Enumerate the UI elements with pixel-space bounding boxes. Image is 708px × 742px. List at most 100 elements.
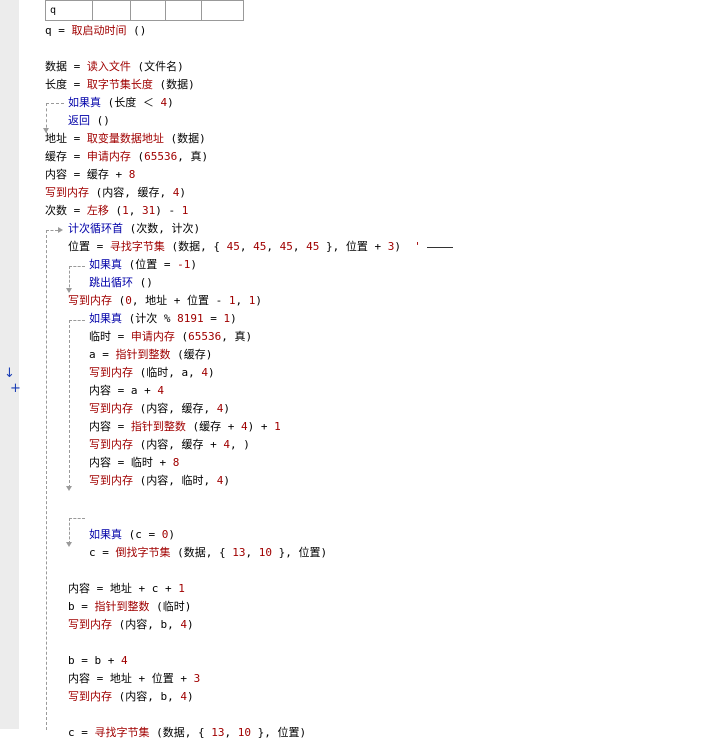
code-line[interactable]: 写到内存 (内容, 缓存, 4)	[45, 184, 186, 202]
code-line[interactable]: 如果真 (位置 = -1)	[89, 256, 197, 274]
code-token-num: 13	[211, 726, 225, 739]
code-token-fn: 寻找字节集	[94, 726, 150, 739]
code-token-txt: 内容 = 地址 + 位置 +	[68, 672, 194, 685]
code-token-kw: 计次循环首	[68, 222, 123, 235]
code-token-txt: 内容 = 地址 + c +	[68, 582, 179, 595]
code-token-fn: 申请内存	[130, 330, 175, 343]
code-token-txt: )	[186, 618, 194, 631]
code-token-cmt: '	[414, 240, 421, 253]
code-token-num: 65536	[144, 150, 178, 163]
code-token-txt: ) -	[155, 204, 182, 217]
down-arrow-icon	[66, 542, 72, 547]
code-line[interactable]: 写到内存 (内容, 临时, 4)	[89, 472, 230, 490]
code-line[interactable]: 地址 = 取变量数据地址 (数据)	[45, 130, 206, 148]
code-token-num: 45	[226, 240, 240, 253]
code-line[interactable]: 内容 = 地址 + c + 1	[68, 580, 185, 598]
code-token-num: 31	[142, 204, 156, 217]
code-token-txt: 长度 =	[45, 78, 87, 91]
code-line[interactable]: b = b + 4	[68, 652, 128, 670]
code-line[interactable]: 内容 = a + 4	[89, 382, 164, 400]
code-line[interactable]: q = 取启动时间 ()	[45, 22, 146, 40]
code-token-txt: (位置 =	[122, 258, 178, 271]
code-token-txt: (次数, 计次)	[123, 222, 201, 235]
code-line[interactable]: c = 倒找字节集 (数据, { 13, 10 }, 位置)	[89, 544, 327, 562]
code-token-num: 45	[306, 240, 320, 253]
code-token-txt: c =	[89, 546, 116, 559]
code-line[interactable]: 计次循环首 (次数, 计次)	[68, 220, 200, 238]
code-token-txt: q =	[45, 24, 72, 37]
flow-guide	[69, 320, 85, 321]
code-token-kw: 跳出循环	[89, 276, 133, 289]
code-token-num: 4	[157, 384, 164, 397]
code-token-kw: 如果真	[68, 96, 101, 109]
code-line[interactable]: 写到内存 (内容, b, 4)	[68, 688, 194, 706]
flow-guide	[46, 103, 64, 104]
code-token-kw: 如果真	[89, 528, 122, 541]
code-line[interactable]: 写到内存 (0, 地址 + 位置 - 1, 1)	[68, 292, 262, 310]
code-line[interactable]: 写到内存 (内容, 缓存, 4)	[89, 400, 230, 418]
code-token-txt: (c =	[122, 528, 162, 541]
code-token-txt: ,	[245, 546, 259, 559]
code-line[interactable]: 临时 = 申请内存 (65536, 真)	[89, 328, 252, 346]
flow-guide	[46, 230, 47, 730]
code-line[interactable]: 缓存 = 申请内存 (65536, 真)	[45, 148, 208, 166]
code-token-num: 1	[178, 582, 185, 595]
code-token-txt: )	[190, 258, 197, 271]
code-line[interactable]: 内容 = 临时 + 8	[89, 454, 179, 472]
code-token-txt: (缓存 +	[185, 420, 241, 433]
code-token-txt: (数据)	[163, 132, 206, 145]
code-line[interactable]: 写到内存 (临时, a, 4)	[89, 364, 215, 382]
code-line[interactable]: 如果真 (长度 ＜ 4)	[68, 94, 174, 112]
code-line[interactable]: 内容 = 地址 + 位置 + 3	[68, 670, 200, 688]
code-line[interactable]: a = 指针到整数 (缓存)	[89, 346, 212, 364]
code-line[interactable]: 返回 ()	[68, 112, 110, 130]
code-line[interactable]: 如果真 (计次 % 8191 = 1)	[89, 310, 237, 328]
down-arrow-icon	[43, 128, 49, 133]
code-token-txt: b = b +	[68, 654, 121, 667]
code-token-txt: (计次 %	[122, 312, 178, 325]
code-token-fn: 写到内存	[89, 438, 133, 451]
code-line[interactable]: b = 指针到整数 (临时)	[68, 598, 191, 616]
flow-guide	[69, 518, 70, 544]
code-token-txt: ()	[90, 114, 110, 127]
code-token-txt: c =	[68, 726, 95, 739]
code-line[interactable]: 内容 = 缓存 + 8	[45, 166, 135, 184]
code-token-num: 8	[172, 456, 180, 469]
code-token-txt: ,	[266, 240, 280, 253]
code-token-txt: ()	[126, 24, 147, 37]
code-token-fn: 倒找字节集	[115, 546, 171, 559]
code-token-fn: 写到内存	[89, 366, 133, 379]
code-line[interactable]: 位置 = 寻找字节集 (数据, { 45, 45, 45, 45 }, 位置 +…	[68, 238, 421, 256]
code-token-fn: 指针到整数	[94, 600, 150, 613]
code-token-txt: ,	[128, 204, 142, 217]
code-token-num: 1	[122, 204, 129, 217]
code-line[interactable]: 如果真 (c = 0)	[89, 526, 175, 544]
code-token-fn: 申请内存	[86, 150, 131, 163]
code-editor[interactable]: q = 取启动时间 () 数据 = 读入文件 (文件名) 长度 = 取字节集长度 (…	[0, 0, 708, 739]
code-token-txt: }, 位置)	[251, 726, 307, 739]
flow-guide	[69, 266, 85, 267]
code-line[interactable]: 写到内存 (内容, b, 4)	[68, 616, 194, 634]
code-token-txt: ,	[239, 240, 254, 253]
code-token-txt: 位置 =	[68, 240, 110, 253]
code-token-fn: 写到内存	[45, 186, 89, 199]
code-line[interactable]: 数据 = 读入文件 (文件名)	[45, 58, 184, 76]
code-token-txt: 临时 =	[89, 330, 131, 343]
down-arrow-icon	[66, 486, 72, 491]
code-token-txt: (内容, b,	[112, 618, 181, 631]
code-token-txt: (内容, 缓存,	[133, 402, 217, 415]
code-line[interactable]: 长度 = 取字节集长度 (数据)	[45, 76, 195, 94]
code-line[interactable]: 内容 = 指针到整数 (缓存 + 4) + 1	[89, 418, 281, 436]
code-line[interactable]: 次数 = 左移 (1, 31) - 1	[45, 202, 188, 220]
code-token-fn: 写到内存	[68, 690, 112, 703]
code-token-txt: }, 位置 +	[319, 240, 388, 253]
code-token-num: 8191	[177, 312, 204, 325]
code-line[interactable]: 跳出循环 ()	[89, 274, 153, 292]
code-line[interactable]: c = 寻找字节集 (数据, { 13, 10 }, 位置)	[68, 724, 306, 742]
code-token-num: 65536	[188, 330, 222, 343]
code-token-txt: , 真)	[221, 330, 253, 343]
code-token-kw: 如果真	[89, 312, 122, 325]
code-token-num: 1	[274, 420, 281, 433]
code-line[interactable]: 写到内存 (内容, 缓存 + 4, )	[89, 436, 250, 454]
code-token-num: 4	[180, 618, 187, 631]
